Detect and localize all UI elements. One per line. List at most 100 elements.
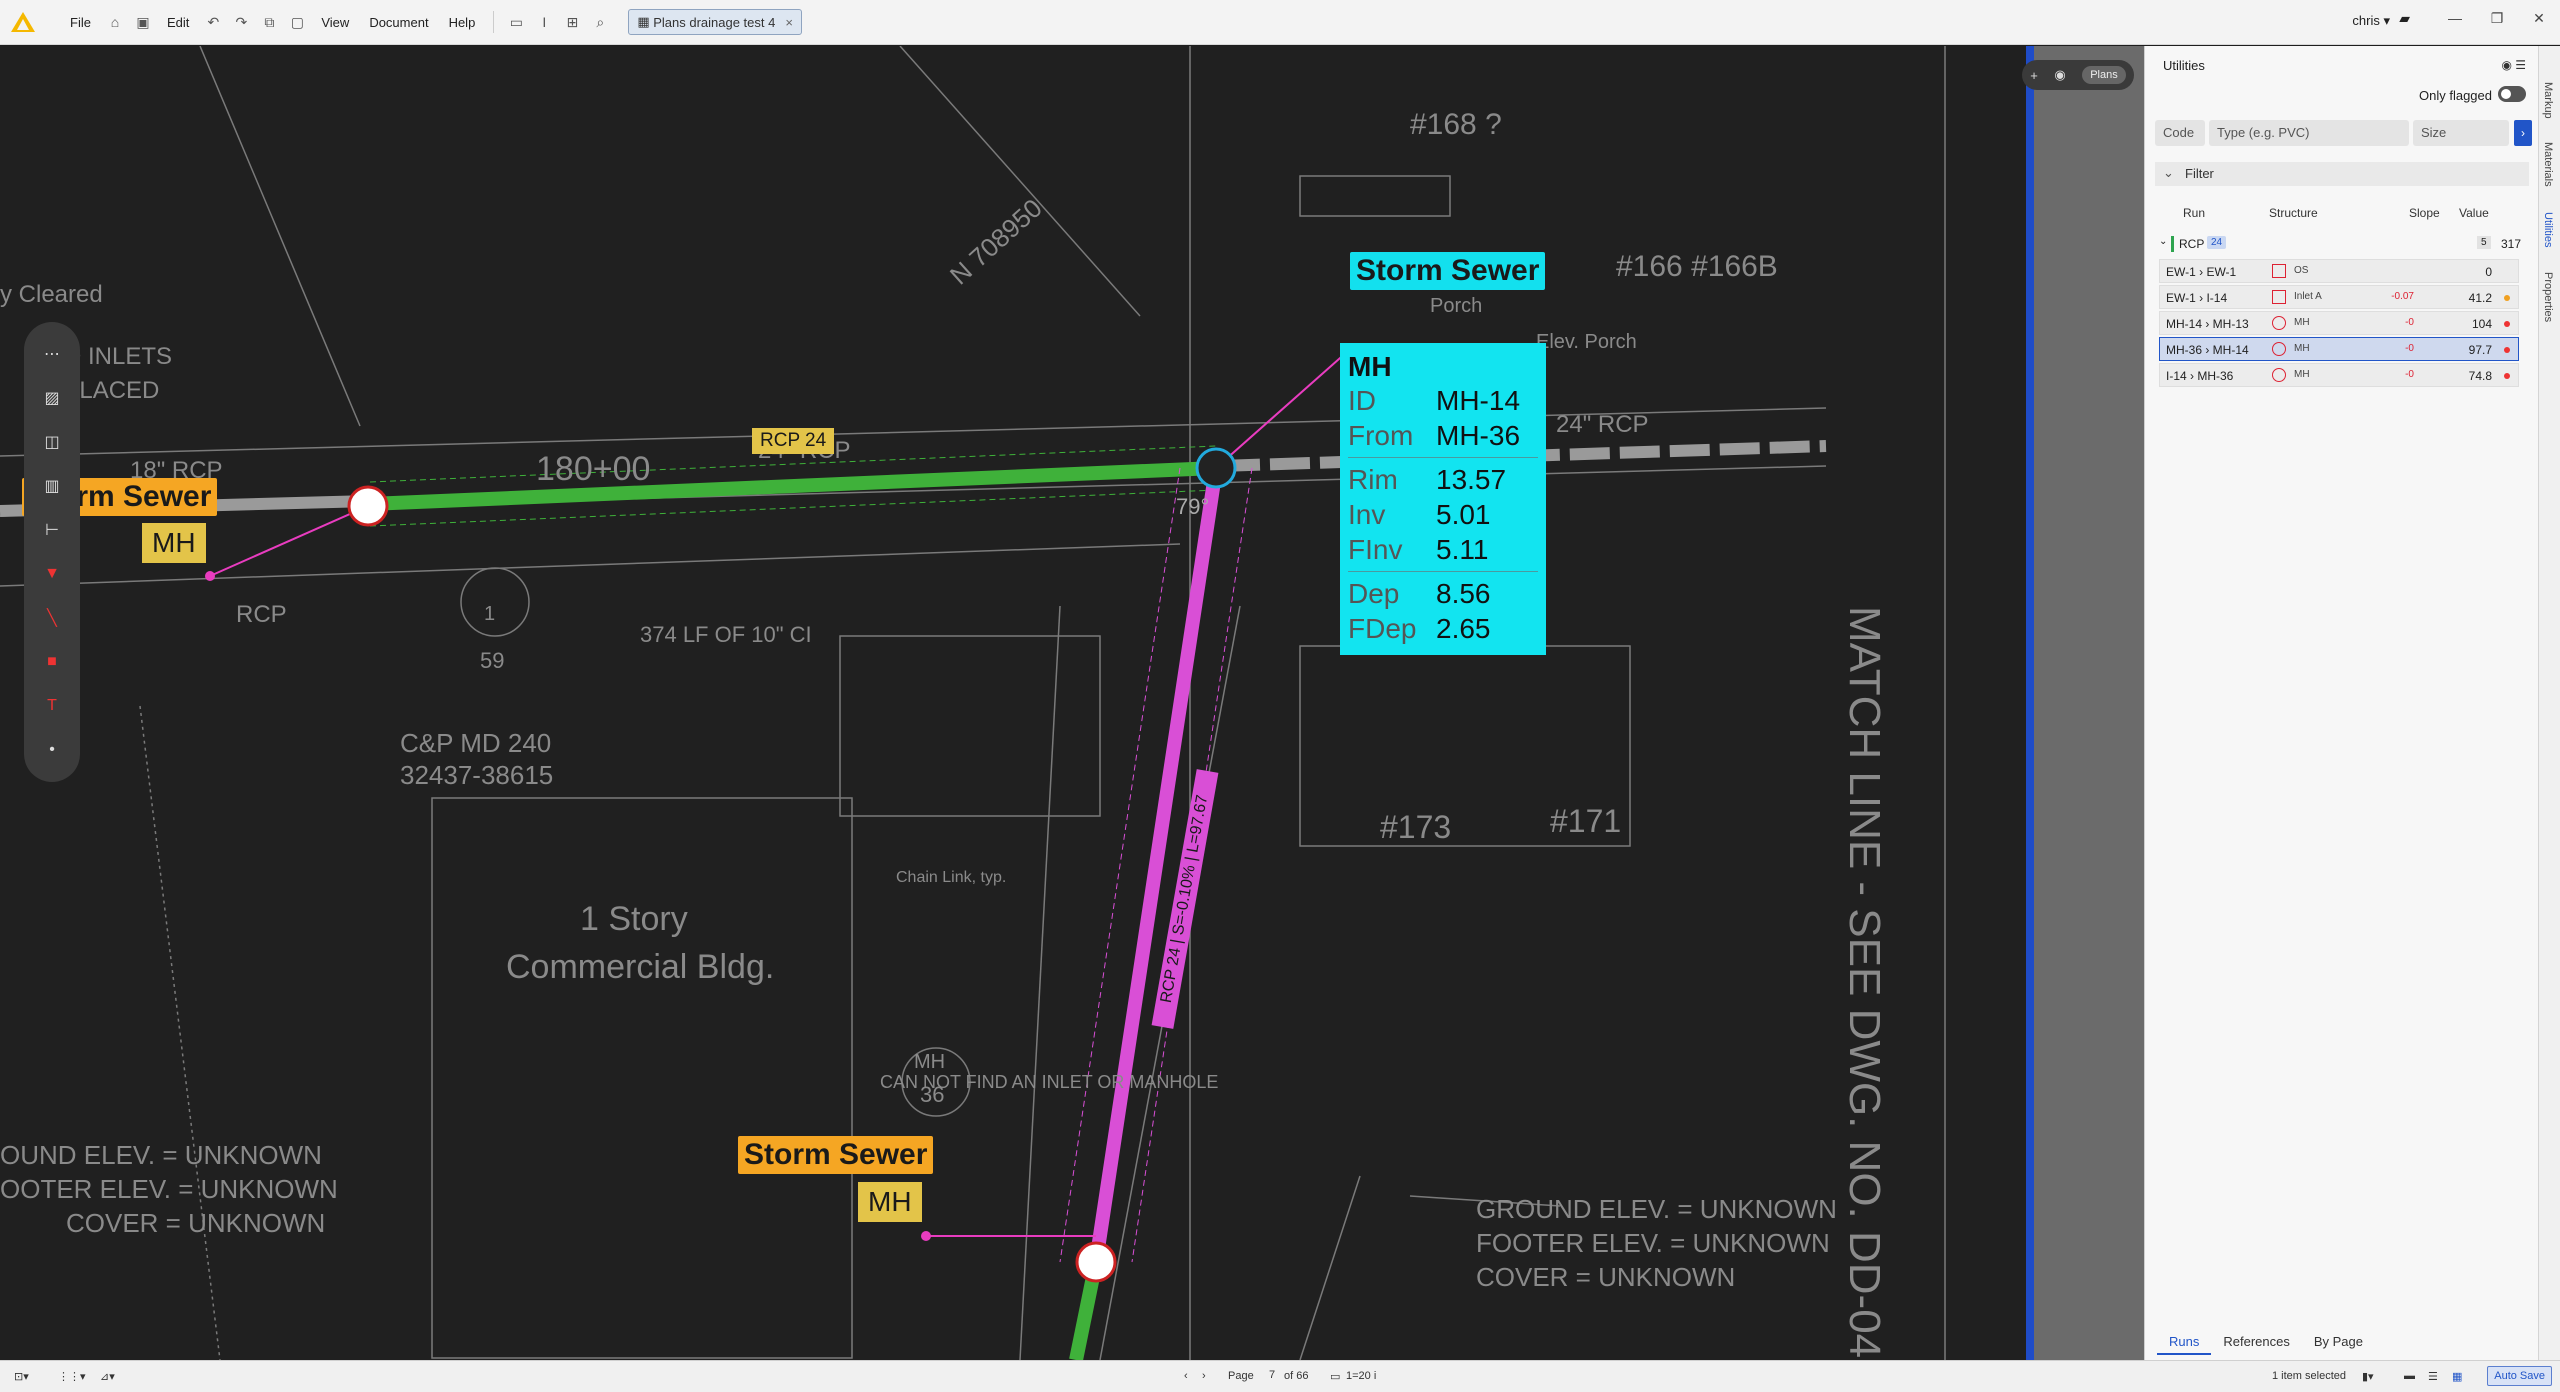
collapse-icon[interactable]: ⌄ xyxy=(2159,236,2167,247)
flag-dot-icon[interactable] xyxy=(2504,373,2510,379)
code-field[interactable]: Code xyxy=(2155,120,2205,146)
run-row[interactable]: EW-1 › I-14 Inlet A -0.07 41.2 xyxy=(2159,285,2519,309)
prev-page-icon[interactable]: ‹ xyxy=(1184,1370,1188,1382)
eye-icon[interactable]: ◉ xyxy=(2054,67,2065,83)
view-toggle[interactable]: + ◉ Plans xyxy=(2022,60,2134,90)
line-icon[interactable]: ╲ xyxy=(36,602,68,634)
tab-properties[interactable]: Properties xyxy=(2542,272,2554,322)
run-row[interactable]: MH-14 › MH-13 MH -0 104 xyxy=(2159,311,2519,335)
col-value[interactable]: Value xyxy=(2459,206,2489,220)
plans-toggle[interactable]: Plans xyxy=(2082,66,2126,84)
pipe-label[interactable]: RCP 24 xyxy=(752,428,835,454)
menu-document[interactable]: Document xyxy=(359,15,438,30)
size-field[interactable]: Size xyxy=(2413,120,2509,146)
svg-text:y Cleared: y Cleared xyxy=(0,281,103,308)
pin-icon[interactable]: ▼ xyxy=(36,558,68,590)
add-icon[interactable]: + xyxy=(2030,68,2038,83)
rectangle-icon[interactable]: ■ xyxy=(36,646,68,678)
drawing-canvas[interactable]: 18" RCP 180+00 24" RCP 24" RCP RCP 374 L… xyxy=(0,46,2026,1360)
svg-text:MATCH LINE - SEE DWG. NO. DD-0: MATCH LINE - SEE DWG. NO. DD-04 xyxy=(1840,606,1889,1358)
tab-runs[interactable]: Runs xyxy=(2157,1330,2212,1355)
auto-save-button[interactable]: Auto Save xyxy=(2487,1366,2552,1386)
tab-by-page[interactable]: By Page xyxy=(2302,1330,2375,1355)
col-structure[interactable]: Structure xyxy=(2269,206,2318,220)
restore-icon[interactable]: ❐ xyxy=(2476,0,2518,36)
list-view-icon[interactable]: ☰ xyxy=(2428,1370,2438,1383)
col-run[interactable]: Run xyxy=(2183,206,2205,220)
paste-icon[interactable]: ▢ xyxy=(286,11,308,33)
status-bar: ⊡▾ ⋮⋮▾ ⊿▾ ‹ › Page 7 of 66 ▭ 1=20 i 1 it… xyxy=(0,1360,2560,1392)
measure-icon[interactable]: ⊢ xyxy=(36,514,68,546)
run-row[interactable]: MH-36 › MH-14 MH -0 97.7 xyxy=(2159,337,2519,361)
close-window-icon[interactable]: ✕ xyxy=(2518,0,2560,36)
select-rect-icon[interactable]: ▭ xyxy=(505,11,527,33)
card-row-fdep: FDep 2.65 xyxy=(1348,613,1491,644)
menu-view[interactable]: View xyxy=(311,15,359,30)
scale-label[interactable]: 1=20 i xyxy=(1346,1370,1376,1382)
home-icon[interactable]: ⌂ xyxy=(104,11,126,33)
text-cursor-icon[interactable]: I xyxy=(533,11,555,33)
save-icon[interactable]: ▣ xyxy=(132,11,154,33)
document-tab[interactable]: ▦ Plans drainage test 4 × xyxy=(628,9,802,35)
svg-text:OUND ELEV. = UNKNOWN: OUND ELEV. = UNKNOWN xyxy=(0,1140,322,1170)
svg-text:N 708950: N 708950 xyxy=(944,193,1048,291)
ruler-icon[interactable]: ▭ xyxy=(1330,1370,1340,1383)
flag-dot-icon[interactable] xyxy=(2504,321,2510,327)
flag-dot-icon[interactable] xyxy=(2504,347,2510,353)
apply-chevron-icon[interactable]: › xyxy=(2514,120,2532,146)
selected-structure-card[interactable]: MH ID MH-14 From MH-36 Rim 13.57 Inv 5.01 FI… xyxy=(1340,343,1546,655)
tab-references[interactable]: References xyxy=(2211,1330,2301,1355)
card-divider xyxy=(1348,457,1538,458)
compare-icon[interactable]: ◫ xyxy=(36,426,68,458)
manhole-tag[interactable]: MH xyxy=(858,1182,922,1222)
flag-dot-icon[interactable] xyxy=(2504,269,2510,275)
storm-sewer-label[interactable]: Storm Sewer xyxy=(738,1136,934,1174)
panel-title: Utilities xyxy=(2163,58,2205,73)
image-icon[interactable]: ▨ xyxy=(36,382,68,414)
undo-icon[interactable]: ↶ xyxy=(202,11,224,33)
grid-icon[interactable]: ⋮⋮▾ xyxy=(58,1370,86,1383)
next-page-icon[interactable]: › xyxy=(1202,1370,1206,1382)
panel-visibility-icon[interactable]: ◉ ☰ xyxy=(2501,58,2526,72)
manhole-icon xyxy=(2272,368,2286,382)
layout-icon[interactable]: ⊿▾ xyxy=(100,1370,115,1383)
type-field[interactable]: Type (e.g. PVC) xyxy=(2209,120,2409,146)
menu-edit[interactable]: Edit xyxy=(157,15,199,30)
user-menu[interactable]: chris ▾ xyxy=(2352,13,2390,29)
filter-bar[interactable]: ⌄ Filter xyxy=(2155,162,2529,186)
bookmark-icon[interactable]: ▮▾ xyxy=(2362,1370,2374,1383)
chevron-down-icon[interactable]: ⌄ xyxy=(2163,165,2174,181)
menu-file[interactable]: File xyxy=(60,15,101,30)
comments-icon[interactable]: ▰ xyxy=(2399,10,2410,27)
fit-icon[interactable]: ⊡▾ xyxy=(14,1370,29,1383)
drag-handle-icon[interactable]: ⋯ xyxy=(36,338,68,370)
svg-text:#171: #171 xyxy=(1550,803,1621,839)
only-flagged-toggle[interactable] xyxy=(2498,86,2526,102)
tab-materials[interactable]: Materials xyxy=(2542,142,2554,187)
page-number-input[interactable]: 7 xyxy=(1262,1367,1282,1385)
flag-dot-icon[interactable] xyxy=(2504,295,2510,301)
run-row[interactable]: I-14 › MH-36 MH -0 74.8 xyxy=(2159,363,2519,387)
single-page-icon[interactable]: ▬ xyxy=(2404,1370,2415,1382)
snapshot-icon[interactable]: ⊞ xyxy=(561,11,583,33)
close-tab-icon[interactable]: × xyxy=(785,15,793,30)
col-slope[interactable]: Slope xyxy=(2409,206,2440,220)
tab-utilities[interactable]: Utilities xyxy=(2542,212,2554,247)
manhole-tag[interactable]: MH xyxy=(142,523,206,563)
tab-markup[interactable]: Markup xyxy=(2542,82,2554,119)
svg-text:COVER = UNKNOWN: COVER = UNKNOWN xyxy=(1476,1262,1735,1292)
column-icon[interactable]: ▥ xyxy=(36,470,68,502)
copy-icon[interactable]: ⧉ xyxy=(258,11,280,33)
minimize-icon[interactable]: — xyxy=(2434,0,2476,36)
tile-view-icon[interactable]: ▦ xyxy=(2452,1370,2462,1383)
redo-icon[interactable]: ↷ xyxy=(230,11,252,33)
zoom-icon[interactable]: ⌕ xyxy=(589,11,611,33)
menu-help[interactable]: Help xyxy=(439,15,486,30)
svg-text:1: 1 xyxy=(484,603,495,625)
run-row[interactable]: EW-1 › EW-1 OS 0 xyxy=(2159,259,2519,283)
run-group[interactable]: ⌄ RCP 24 5 317 xyxy=(2159,233,2529,255)
svg-text:Elev. Porch: Elev. Porch xyxy=(1536,331,1637,353)
selected-storm-sewer-title[interactable]: Storm Sewer xyxy=(1350,252,1546,290)
dot-icon[interactable]: • xyxy=(36,734,68,766)
text-box-icon[interactable]: T xyxy=(36,690,68,722)
